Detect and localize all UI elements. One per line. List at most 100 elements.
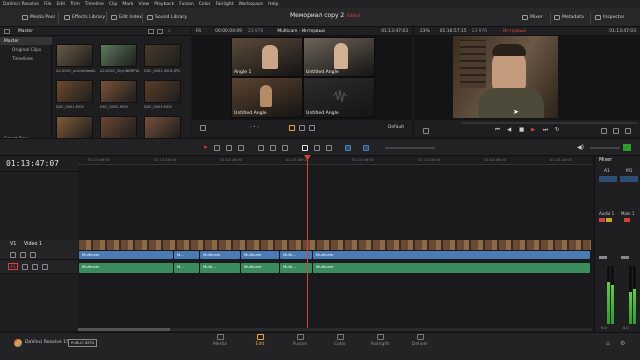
bin-timelines[interactable]: Timelines [0,55,52,63]
page-fairlight[interactable]: Fairlight [358,334,402,347]
zoom-level[interactable]: 23% [420,29,430,34]
viewer-scrubber[interactable] [461,122,637,124]
jump-end-icon[interactable]: ⏭ [543,127,548,134]
jump-start-icon[interactable]: ⏮ [495,127,500,134]
audio-solo-icon[interactable] [32,264,38,270]
fader-main[interactable] [621,256,629,259]
menu-help[interactable]: Help [268,2,278,7]
media-pool-button[interactable]: Media Pool [22,13,55,22]
menu-mark[interactable]: Mark [122,2,133,7]
inspector-button[interactable]: Inspector [595,13,624,22]
angle-layout-icon[interactable] [200,125,206,131]
mixer-input-m1[interactable] [620,176,638,182]
snapping-icon[interactable] [302,145,308,151]
menu-playback[interactable]: Playback [154,2,174,7]
loop-icon[interactable]: ↻ [555,127,560,133]
menu-clip[interactable]: Clip [109,2,118,7]
track-name-v1[interactable]: Video 1 [24,242,42,247]
clip-thumbnail[interactable] [56,80,93,103]
page-edit[interactable]: Edit [238,334,282,347]
sound-library-button[interactable]: Sound Library [147,13,187,22]
scrollbar-thumb[interactable] [78,328,170,331]
audio-clip[interactable]: Multicam [79,263,173,273]
dynamic-trim-icon[interactable] [226,145,232,151]
page-deliver[interactable]: Deliver [398,334,442,347]
mixer-button[interactable]: Mixer [522,13,543,22]
audio-clip[interactable]: Multi... [200,263,240,273]
video-clip[interactable]: Multicam [79,251,173,259]
clip-thumbnail[interactable] [100,44,137,67]
selection-tool-icon[interactable]: ➤ [203,144,208,151]
stop-icon[interactable]: ■ [519,127,524,133]
home-icon[interactable]: ⌂ [606,340,610,347]
cut-audio-icon[interactable] [299,125,305,131]
video-clip[interactable]: M... [174,251,199,259]
mixer-input-a1[interactable] [599,176,617,182]
metadata-button[interactable]: Metadata [554,13,584,22]
audio-lock-icon[interactable] [22,264,28,270]
trim-tool-icon[interactable] [214,145,220,151]
timeline-ruler[interactable]: 01:13:06:00 01:13:16:00 01:13:26:00 01:13:3… [78,157,638,165]
play-icon[interactable]: ▶ [531,127,535,133]
track-id-a1[interactable]: A1 [8,263,18,270]
menu-view[interactable]: View [139,2,150,7]
menu-color[interactable]: Color [199,2,211,7]
audio-clip[interactable]: M... [174,263,199,273]
menu-workspace[interactable]: Workspace [238,2,263,7]
menu-fusion[interactable]: Fusion [179,2,193,7]
replace-clip-icon[interactable] [282,145,288,151]
page-color[interactable]: Color [318,334,362,347]
overwrite-clip-icon[interactable] [270,145,276,151]
display-dropdown[interactable]: Default [388,125,404,130]
audio-mute-icon[interactable] [42,264,48,270]
timeline-scrollbar[interactable] [78,328,592,331]
linked-selection-icon[interactable] [314,145,320,151]
fader-a1[interactable] [599,256,607,259]
video-clip[interactable]: Multicam [241,251,279,259]
out-point-icon[interactable] [625,128,631,134]
audio-clip[interactable]: Multicam [241,263,279,273]
menu-app[interactable]: DaVinci Resolve [3,2,39,7]
cut-both-icon[interactable] [309,125,315,131]
angle-nav[interactable]: ‹ • › [250,125,259,130]
clip-thumbnail[interactable] [56,116,93,139]
position-lock-icon[interactable] [326,145,332,151]
effects-library-button[interactable]: Effects Library [64,13,105,22]
audio-clip[interactable]: Multicam [313,263,590,273]
volume-slider[interactable] [590,147,620,149]
edit-index-button[interactable]: Edit Index [111,13,142,22]
menu-fairlight[interactable]: Fairlight [215,2,233,7]
menu-edit[interactable]: Edit [56,2,65,7]
track-enable-icon[interactable] [20,252,26,258]
clip-thumbnail[interactable] [100,80,137,103]
menu-timeline[interactable]: Timeline [85,2,104,7]
solo-button[interactable] [606,218,612,222]
match-frame-icon[interactable] [601,128,607,134]
volume-icon[interactable]: ◀) [577,144,584,151]
page-fusion[interactable]: Fusion [278,334,322,347]
mute-button[interactable] [599,218,605,222]
clip-thumbnail[interactable] [100,116,137,139]
viewer-mode-icon[interactable] [423,128,429,134]
insert-clip-icon[interactable] [258,145,264,151]
bin-list-icon[interactable] [4,28,10,34]
in-point-icon[interactable] [613,128,619,134]
clip-thumbnail[interactable] [144,44,181,67]
search-icon[interactable]: ⌕ [168,28,170,34]
track-visibility-icon[interactable] [30,252,36,258]
video-clip[interactable]: Multicam [313,251,590,259]
clip-thumbnail[interactable] [144,80,181,103]
zoom-slider[interactable] [385,147,435,149]
clip-thumbnail[interactable] [56,44,93,67]
thumbnail-view-icon[interactable] [148,28,154,34]
track-lock-icon[interactable] [10,252,16,258]
marker-icon[interactable] [363,145,369,151]
fit-dropdown[interactable]: Fit [196,29,201,34]
cut-video-icon[interactable] [289,125,295,131]
bin-master[interactable]: Master [0,37,52,45]
menu-file[interactable]: File [44,2,52,7]
menu-trim[interactable]: Trim [70,2,80,7]
flag-icon[interactable] [345,145,351,151]
clip-thumbnail[interactable] [144,116,181,139]
playhead[interactable] [307,157,308,330]
